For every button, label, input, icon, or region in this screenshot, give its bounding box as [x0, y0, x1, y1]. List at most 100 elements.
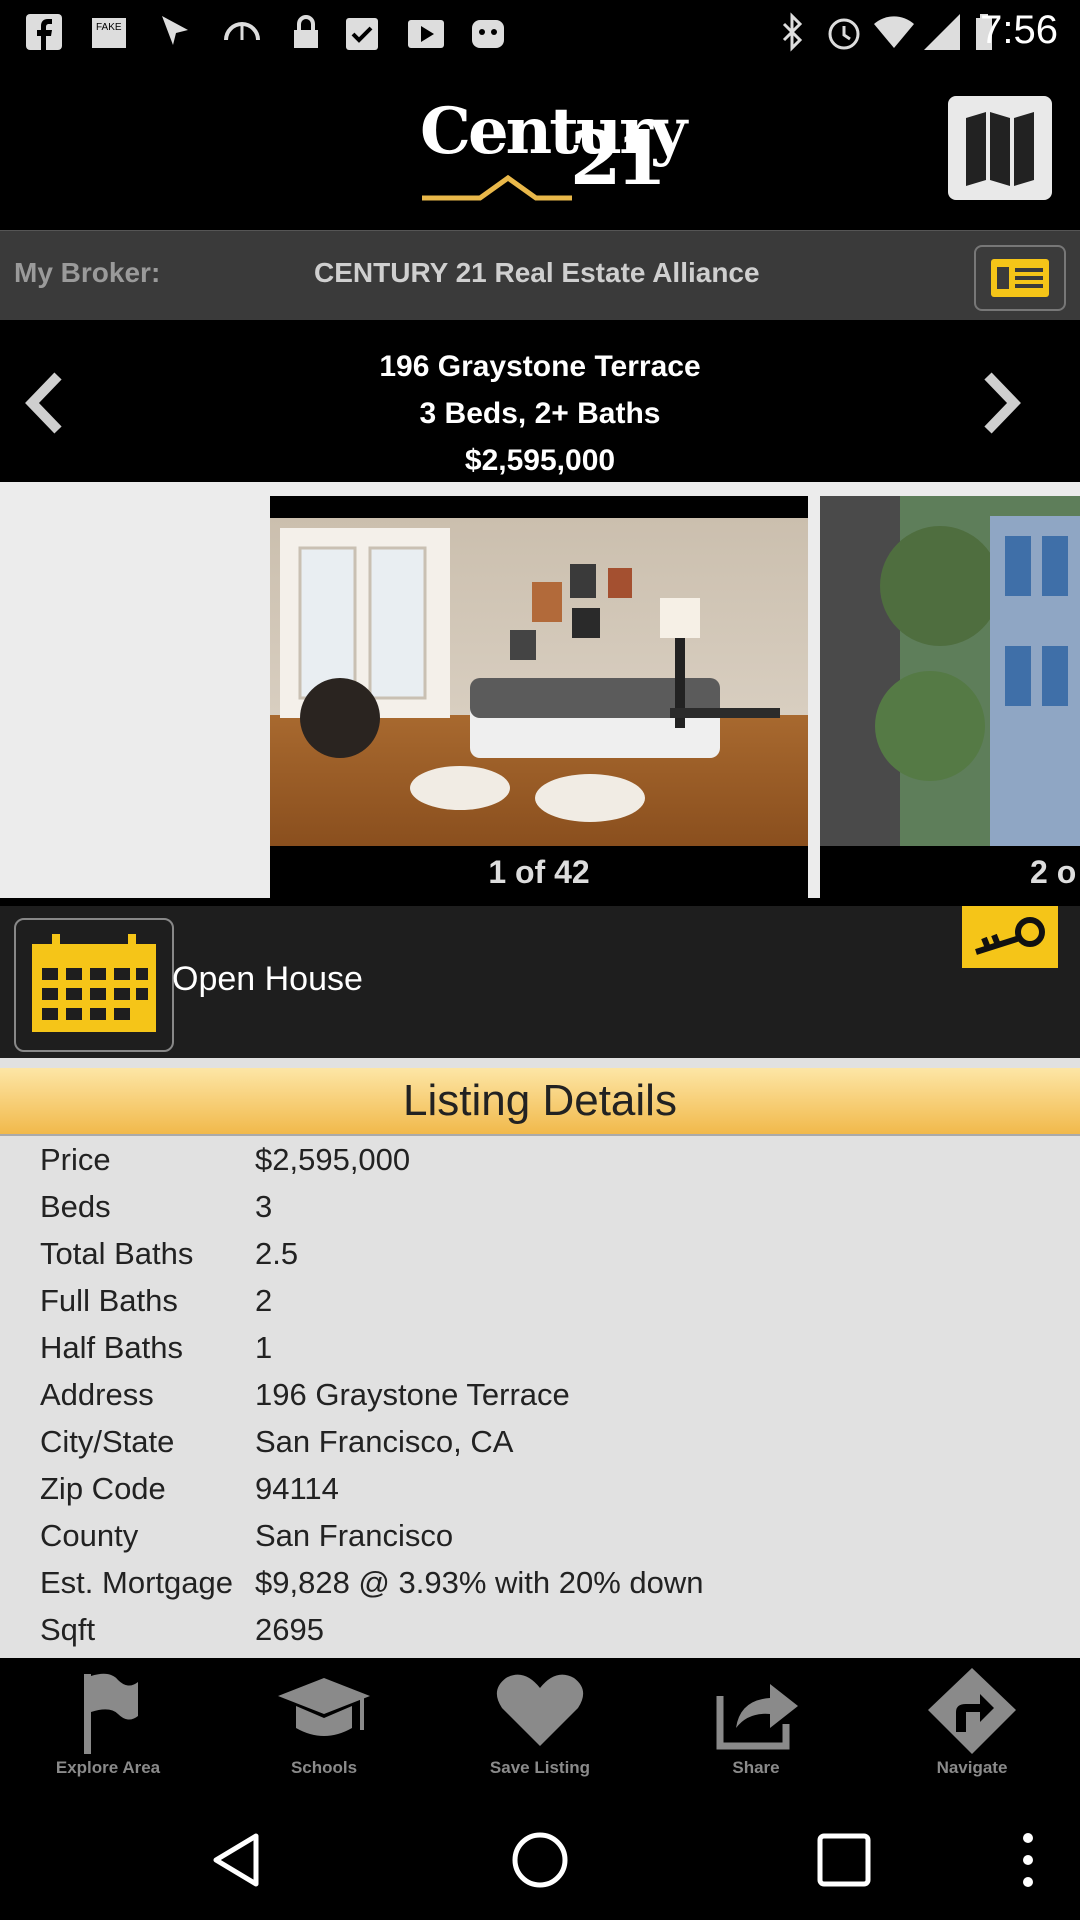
- chevron-right-icon: [984, 372, 1021, 434]
- detail-row: Est. Mortgage $9,828 @ 3.93% with 20% dow…: [40, 1565, 704, 1601]
- detail-key: City/State: [40, 1424, 175, 1459]
- detail-key: Half Baths: [40, 1330, 184, 1365]
- heart-icon: [496, 1674, 584, 1746]
- play-store-icon: [408, 20, 444, 48]
- system-navigation-bar: [0, 1798, 1080, 1920]
- detail-row: City/State San Francisco, CA: [40, 1424, 513, 1460]
- detail-key: Address: [40, 1377, 154, 1412]
- detail-row: Full Baths 2: [40, 1283, 272, 1319]
- app-header: Century 21: [0, 64, 1080, 230]
- detail-row: Zip Code 94114: [40, 1471, 339, 1507]
- speedometer-icon: [224, 22, 260, 41]
- detail-key: Beds: [40, 1189, 111, 1224]
- detail-row: Total Baths 2.5: [40, 1236, 298, 1272]
- listing-beds-baths: 3 Beds, 2+ Baths: [419, 397, 661, 430]
- detail-value: 2: [255, 1283, 273, 1318]
- calendar-icon: [32, 934, 156, 1032]
- detail-value: 3: [255, 1189, 273, 1224]
- share-button[interactable]: Share: [676, 1666, 836, 1790]
- detail-row: Half Baths 1: [40, 1330, 272, 1366]
- lock-icon: [294, 15, 318, 48]
- flag-icon: [84, 1673, 138, 1754]
- photo-counter-next: 2 o: [1030, 854, 1077, 890]
- status-bar: FAKE 7:56: [0, 0, 1080, 64]
- gallery-photo[interactable]: 1 of 42: [270, 496, 808, 898]
- listing-details: Listing Details Price $2,595,000 Beds 3 To…: [0, 1058, 1080, 1658]
- key-button[interactable]: [962, 906, 1058, 968]
- gallery-photo-next[interactable]: 2 o: [820, 496, 1080, 898]
- svg-text:FAKE: FAKE: [96, 22, 122, 33]
- detail-key: Price: [40, 1142, 111, 1177]
- bottom-toolbar: Explore Area Schools Save Listing Share …: [0, 1658, 1080, 1798]
- century21-logo: Century 21: [400, 94, 687, 204]
- living-room-photo: [270, 518, 808, 846]
- detail-key: Full Baths: [40, 1283, 178, 1318]
- listing-address: 196 Graystone Terrace: [379, 350, 701, 383]
- detail-value: 2695: [255, 1612, 324, 1647]
- wifi-icon: [874, 16, 914, 48]
- back-icon[interactable]: [206, 1828, 270, 1892]
- detail-row: Beds 3: [40, 1189, 272, 1225]
- exterior-photo: [820, 496, 1080, 846]
- detail-value: $9,828 @ 3.93% with 20% down: [255, 1565, 704, 1600]
- contact-card-icon: [991, 259, 1049, 297]
- broker-label: My Broker:: [14, 257, 161, 288]
- photo-gallery[interactable]: 1 of 42 2 o: [0, 482, 1080, 898]
- detail-value: San Francisco: [255, 1518, 454, 1553]
- fake-gps-icon: FAKE: [92, 18, 126, 48]
- home-icon[interactable]: [508, 1828, 572, 1892]
- open-house-label: Open House: [172, 960, 363, 998]
- navigate-arrow-icon: [928, 1668, 1016, 1754]
- map-icon: [966, 112, 1034, 186]
- detail-value: 1: [255, 1330, 273, 1365]
- clipboard-icon: [346, 18, 378, 50]
- photo-counter: 1 of 42: [488, 854, 590, 890]
- listing-details-title: Listing Details: [0, 1068, 1080, 1136]
- save-listing-label: Save Listing: [489, 1758, 591, 1777]
- open-house-bar[interactable]: Open House: [0, 898, 1080, 1062]
- detail-value: San Francisco, CA: [255, 1424, 514, 1459]
- navigate-button[interactable]: Navigate: [892, 1666, 1052, 1790]
- save-listing-button[interactable]: Save Listing: [460, 1666, 620, 1790]
- clock: 7:56: [980, 8, 1058, 52]
- detail-key: Total Baths: [40, 1236, 194, 1271]
- alarm-icon: [828, 18, 860, 50]
- detail-key: Est. Mortgage: [40, 1565, 233, 1600]
- broker-name: CENTURY 21 Real Estate Alliance: [314, 257, 760, 288]
- listing-price: $2,595,000: [464, 444, 616, 477]
- detail-row: County San Francisco: [40, 1518, 453, 1554]
- share-icon: [716, 1684, 798, 1750]
- detail-row: Price $2,595,000: [40, 1142, 410, 1178]
- key-icon: [975, 917, 1045, 955]
- logo-roof-mark: [422, 174, 572, 201]
- schools-button[interactable]: Schools: [244, 1666, 404, 1790]
- graduation-cap-icon: [278, 1678, 370, 1736]
- android-icon: [472, 20, 504, 48]
- recents-icon[interactable]: [812, 1828, 876, 1892]
- signal-icon: [924, 14, 960, 50]
- listing-summary: 196 Graystone Terrace 3 Beds, 2+ Baths $…: [0, 320, 1080, 482]
- facebook-icon: [26, 14, 62, 50]
- calendar-button[interactable]: [14, 918, 174, 1052]
- bluetooth-icon: [782, 12, 803, 52]
- detail-value: 94114: [255, 1471, 339, 1506]
- detail-key: Sqft: [40, 1612, 96, 1647]
- detail-key: Zip Code: [40, 1471, 166, 1506]
- more-options-icon[interactable]: [1000, 1828, 1064, 1892]
- cursor-icon: [162, 16, 188, 45]
- map-button[interactable]: [948, 96, 1052, 200]
- schools-label: Schools: [290, 1758, 358, 1777]
- detail-value: 2.5: [255, 1236, 299, 1271]
- next-listing-button[interactable]: [976, 368, 1026, 438]
- detail-key: County: [40, 1518, 139, 1553]
- detail-value: 196 Graystone Terrace: [255, 1377, 570, 1412]
- share-label: Share: [732, 1758, 780, 1777]
- detail-row: Address 196 Graystone Terrace: [40, 1377, 570, 1413]
- explore-area-button[interactable]: Explore Area: [28, 1666, 188, 1790]
- detail-value: $2,595,000: [255, 1142, 411, 1177]
- broker-bar: My Broker: CENTURY 21 Real Estate Allian…: [0, 230, 1080, 322]
- navigate-label: Navigate: [936, 1758, 1008, 1777]
- broker-contact-button[interactable]: [974, 245, 1066, 311]
- detail-row: Sqft 2695: [40, 1612, 324, 1648]
- explore-area-label: Explore Area: [55, 1758, 161, 1777]
